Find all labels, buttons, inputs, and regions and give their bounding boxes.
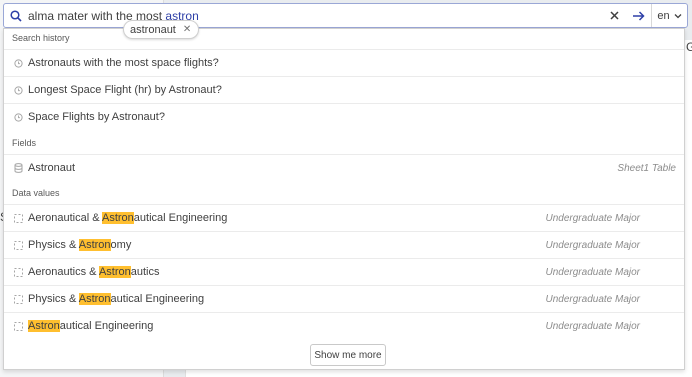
match-highlight: Astron xyxy=(98,266,131,278)
history-item-label: Longest Space Flight (hr) by Astronaut? xyxy=(28,84,222,96)
dashed-square-icon xyxy=(4,240,28,250)
data-value-label: Aeronautics & Astronautics xyxy=(28,266,160,278)
field-item-label: Astronaut xyxy=(28,162,76,174)
data-value-label: Physics & Astronautical Engineering xyxy=(28,293,205,305)
search-input[interactable]: alma mater with the most astron xyxy=(28,9,603,23)
history-item-label: Astronauts with the most space flights? xyxy=(28,57,219,69)
clock-icon xyxy=(4,58,28,68)
show-more-button[interactable]: Show me more xyxy=(310,344,386,366)
data-value-item[interactable]: Physics & Astronautical Engineering Unde… xyxy=(4,285,684,312)
data-value-item[interactable]: Aeronautical & Astronautical Engineering… xyxy=(4,204,684,231)
history-item[interactable]: Space Flights by Astronaut? xyxy=(4,103,684,130)
data-value-item[interactable]: Aeronautics & Astronautics Undergraduate… xyxy=(4,258,684,285)
data-value-field: Undergraduate Major xyxy=(545,266,641,278)
data-value-label: Aeronautical & Astronautical Engineering xyxy=(28,212,228,224)
data-value-field: Undergraduate Major xyxy=(545,293,641,305)
chip-close-icon[interactable]: ✕ xyxy=(183,24,191,35)
suggestions-dropdown: Search history Astronauts with the most … xyxy=(3,28,685,370)
arrow-right-icon xyxy=(632,10,645,21)
clock-icon xyxy=(4,85,28,95)
background-glyph-right: G xyxy=(686,40,692,54)
search-icon xyxy=(4,4,28,27)
suggestion-chip-label: astronaut xyxy=(130,23,176,36)
clear-search-button[interactable] xyxy=(603,4,625,27)
match-highlight: Astron xyxy=(78,239,111,251)
field-item[interactable]: Astronaut Sheet1 Table xyxy=(4,154,684,181)
language-select[interactable]: en xyxy=(651,4,687,27)
search-bar[interactable]: alma mater with the most astron en xyxy=(3,3,688,28)
language-value: en xyxy=(657,9,670,22)
close-icon xyxy=(609,11,619,20)
history-item-label: Space Flights by Astronaut? xyxy=(28,111,165,123)
database-icon xyxy=(4,163,28,173)
match-highlight: Astron xyxy=(28,320,60,332)
data-value-label: Physics & Astronomy xyxy=(28,239,132,251)
suggestion-chip[interactable]: astronaut ✕ xyxy=(123,20,200,39)
submit-search-button[interactable] xyxy=(625,4,651,27)
dashed-square-icon xyxy=(4,321,28,331)
data-values-label: Data values xyxy=(12,188,60,198)
match-highlight: Astron xyxy=(102,212,134,224)
data-value-label: Astronautical Engineering xyxy=(28,320,154,332)
history-item[interactable]: Longest Space Flight (hr) by Astronaut? xyxy=(4,76,684,103)
dashed-square-icon xyxy=(4,294,28,304)
field-item-source: Sheet1 Table xyxy=(617,162,676,174)
dashed-square-icon xyxy=(4,267,28,277)
data-value-item[interactable]: Astronautical Engineering Undergraduate … xyxy=(4,312,684,339)
fields-label: Fields xyxy=(12,138,37,148)
data-value-item[interactable]: Physics & Astronomy Undergraduate Major xyxy=(4,231,684,258)
data-value-field: Undergraduate Major xyxy=(545,320,641,332)
history-item[interactable]: Astronauts with the most space flights? xyxy=(4,49,684,76)
chevron-down-icon xyxy=(674,13,682,18)
search-history-label: Search history xyxy=(12,33,70,43)
clock-icon xyxy=(4,112,28,122)
dashed-square-icon xyxy=(4,213,28,223)
data-value-field: Undergraduate Major xyxy=(545,239,641,251)
data-value-field: Undergraduate Major xyxy=(545,212,641,224)
match-highlight: Astron xyxy=(78,293,111,305)
